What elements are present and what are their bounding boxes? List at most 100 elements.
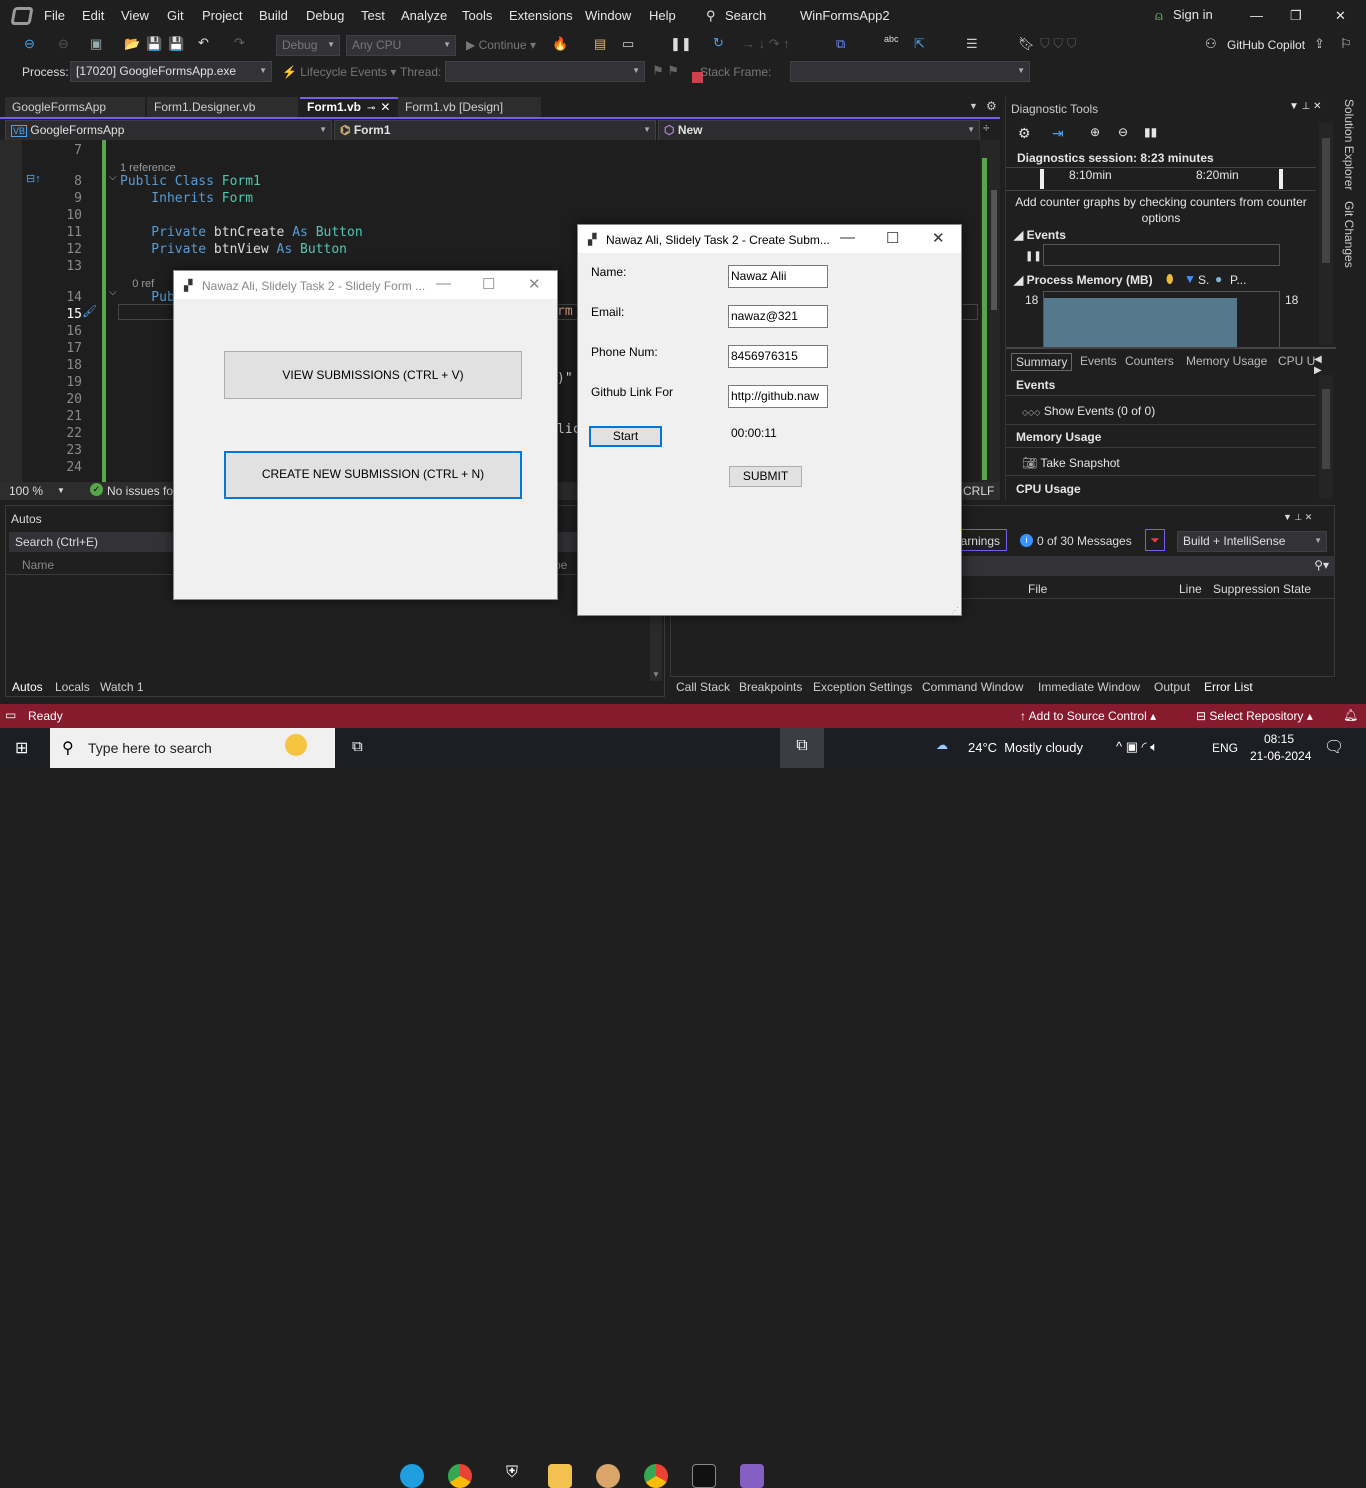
filter-icon[interactable]: ⏷ <box>1145 529 1165 551</box>
find-icon[interactable]: ▤ <box>594 36 606 52</box>
split-icon[interactable]: ÷ <box>983 121 990 135</box>
weather[interactable]: 24°C Mostly cloudy <box>968 740 1083 755</box>
line-ending[interactable]: CRLF <box>963 484 994 498</box>
add-source-control-button[interactable]: ↑ Add to Source Control ▴ <box>1020 709 1156 723</box>
chart-icon[interactable]: ▮▮ <box>1144 125 1157 139</box>
menu-project[interactable]: Project <box>202 8 242 23</box>
action-center-icon[interactable]: 🗨︎ <box>1324 737 1344 757</box>
timeline-handle-left[interactable] <box>1040 169 1044 189</box>
select-repository-button[interactable]: ⊟ Select Repository ▴ <box>1196 709 1313 723</box>
menu-analyze[interactable]: Analyze <box>401 8 447 23</box>
menu-git[interactable]: Git <box>167 8 184 23</box>
tray-icons[interactable]: ^ ▣ ◜ 🔈︎ <box>1116 739 1158 755</box>
tab-summary[interactable]: Summary <box>1011 353 1073 371</box>
menu-window[interactable]: Window <box>585 8 631 23</box>
back-icon[interactable]: ⊖ <box>24 36 35 52</box>
language[interactable]: ENG <box>1212 741 1238 755</box>
open-icon[interactable]: 📂 <box>124 36 140 52</box>
tab-locals[interactable]: Locals <box>55 680 90 694</box>
weather-icon[interactable]: ☁ <box>936 738 948 752</box>
menu-tools[interactable]: Tools <box>462 8 492 23</box>
tab-list-icon[interactable]: ▼ <box>969 101 978 111</box>
bookmark-icon[interactable]: 🔖︎ <box>1018 36 1035 52</box>
issues-status[interactable]: No issues fou <box>107 484 180 498</box>
copilot-icon[interactable]: ⚇ <box>1205 36 1217 52</box>
show-events-link[interactable]: ◇◇◇ Show Events (0 of 0) <box>1022 404 1155 418</box>
tab-scroll-icons[interactable]: ◀ ▶ <box>1314 354 1331 376</box>
tab-form1-design[interactable]: Form1.vb [Design] <box>398 97 541 117</box>
hex-icon[interactable]: ⧉ <box>836 36 845 52</box>
menu-test[interactable]: Test <box>361 8 385 23</box>
class-nav-dropdown[interactable]: ⌬ Form1 ▼ <box>334 120 656 141</box>
tab-call-stack[interactable]: Call Stack <box>676 680 730 694</box>
column-name[interactable]: Name <box>22 558 54 572</box>
column-file[interactable]: File <box>1028 582 1047 596</box>
stack-frame-dropdown[interactable]: ▼ <box>790 61 1030 82</box>
scope-dropdown[interactable]: Build + IntelliSense ▼ <box>1177 531 1327 552</box>
file-explorer-icon[interactable] <box>548 1464 572 1488</box>
indent-icon[interactable]: ☰ <box>966 36 978 52</box>
fold-icon[interactable]: ⌵ <box>109 172 117 183</box>
menu-extensions[interactable]: Extensions <box>509 8 573 23</box>
restore-icon[interactable]: ❐ <box>1290 8 1302 24</box>
resize-grip-icon[interactable]: ⋰ <box>951 606 959 615</box>
zoom-level[interactable]: 100 % <box>9 484 43 498</box>
close-tab-icon[interactable]: ✕ <box>380 100 390 114</box>
new-project-icon[interactable]: ▣ <box>90 36 102 52</box>
start-icon[interactable]: ⊞ <box>15 738 28 758</box>
feedback-icon[interactable]: ⚐ <box>1340 36 1352 52</box>
thread-dropdown[interactable]: ▼ <box>445 61 645 82</box>
view-submissions-button[interactable]: VIEW SUBMISSIONS (CTRL + V) <box>224 351 522 399</box>
search-icon[interactable]: ⚲ <box>706 8 716 24</box>
settings-icon[interactable]: ⚙ <box>1018 125 1031 142</box>
menu-edit[interactable]: Edit <box>82 8 104 23</box>
summary-scrollbar[interactable] <box>1319 375 1333 499</box>
tab-form1-vb[interactable]: Form1.vb ⊸ ✕ <box>300 97 398 117</box>
taskbar-search-input[interactable]: ⚲ Type here to search <box>50 728 335 768</box>
take-snapshot-button[interactable]: 📷︎ Take Snapshot <box>1022 456 1120 470</box>
cursor-icon[interactable]: ⇱ <box>914 36 925 52</box>
close-icon[interactable]: ✕ <box>932 229 945 247</box>
member-nav-dropdown[interactable]: ⬡ New ▼ <box>658 120 980 141</box>
tab-autos[interactable]: Autos <box>12 680 43 694</box>
panel-menu-icon[interactable]: ▼ ⊥ ✕ <box>1283 512 1312 523</box>
fold-icon[interactable]: ⌵ <box>109 287 117 298</box>
edge-icon[interactable] <box>400 1464 424 1488</box>
pause-icon[interactable]: ❚❚ <box>670 36 692 52</box>
save-all-icon[interactable]: 💾 <box>168 36 184 52</box>
menu-debug[interactable]: Debug <box>306 8 344 23</box>
tab-output[interactable]: Output <box>1154 680 1190 694</box>
menu-view[interactable]: View <box>121 8 149 23</box>
copilot-button[interactable]: GitHub Copilot <box>1227 38 1305 52</box>
quick-action-icon[interactable]: 🖌︎ <box>82 304 97 318</box>
tab-breakpoints[interactable]: Breakpoints <box>739 680 802 694</box>
zoom-out-icon[interactable]: ⊖ <box>1118 125 1128 139</box>
share-icon[interactable]: ⇪ <box>1314 36 1325 52</box>
redo-icon[interactable]: ↷ <box>234 35 245 51</box>
menu-help[interactable]: Help <box>649 8 676 23</box>
save-icon[interactable]: 💾 <box>146 36 162 52</box>
solution-explorer-tab[interactable]: Solution Explorer <box>1342 99 1356 190</box>
editor-scrollbar[interactable] <box>980 140 1000 482</box>
column-line[interactable]: Line <box>1179 582 1202 596</box>
process-dropdown[interactable]: [17020] GoogleFormsApp.exe ▼ <box>70 61 272 82</box>
platform-dropdown[interactable]: Any CPU ▼ <box>346 35 456 56</box>
tab-watch1[interactable]: Watch 1 <box>100 680 144 694</box>
window-icon[interactable]: ▭ <box>622 36 634 52</box>
events-section[interactable]: ◢ Events <box>1014 228 1066 242</box>
email-field[interactable]: nawaz@321 <box>728 305 828 328</box>
terminal-icon[interactable] <box>692 1464 716 1488</box>
active-app-icon[interactable]: ⧉ <box>780 728 824 768</box>
close-icon[interactable]: ✕ <box>528 275 541 293</box>
tab-form1-designer[interactable]: Form1.Designer.vb <box>147 97 298 117</box>
form1-titlebar[interactable]: ▞ Nawaz Ali, Slidely Task 2 - Slidely Fo… <box>174 271 557 299</box>
lifecycle-events-button[interactable]: ⚡ Lifecycle Events ▾ <box>282 65 396 79</box>
tab-exception-settings[interactable]: Exception Settings <box>813 680 912 694</box>
chrome-icon[interactable] <box>644 1464 668 1488</box>
minimize-icon[interactable]: — <box>436 275 451 292</box>
menu-build[interactable]: Build <box>259 8 288 23</box>
search-menu[interactable]: Search <box>725 8 766 23</box>
memory-section[interactable]: ◢ Process Memory (MB) <box>1014 273 1153 287</box>
settings-icon[interactable]: ⚙ <box>986 99 997 113</box>
sign-in[interactable]: Sign in <box>1173 7 1213 22</box>
